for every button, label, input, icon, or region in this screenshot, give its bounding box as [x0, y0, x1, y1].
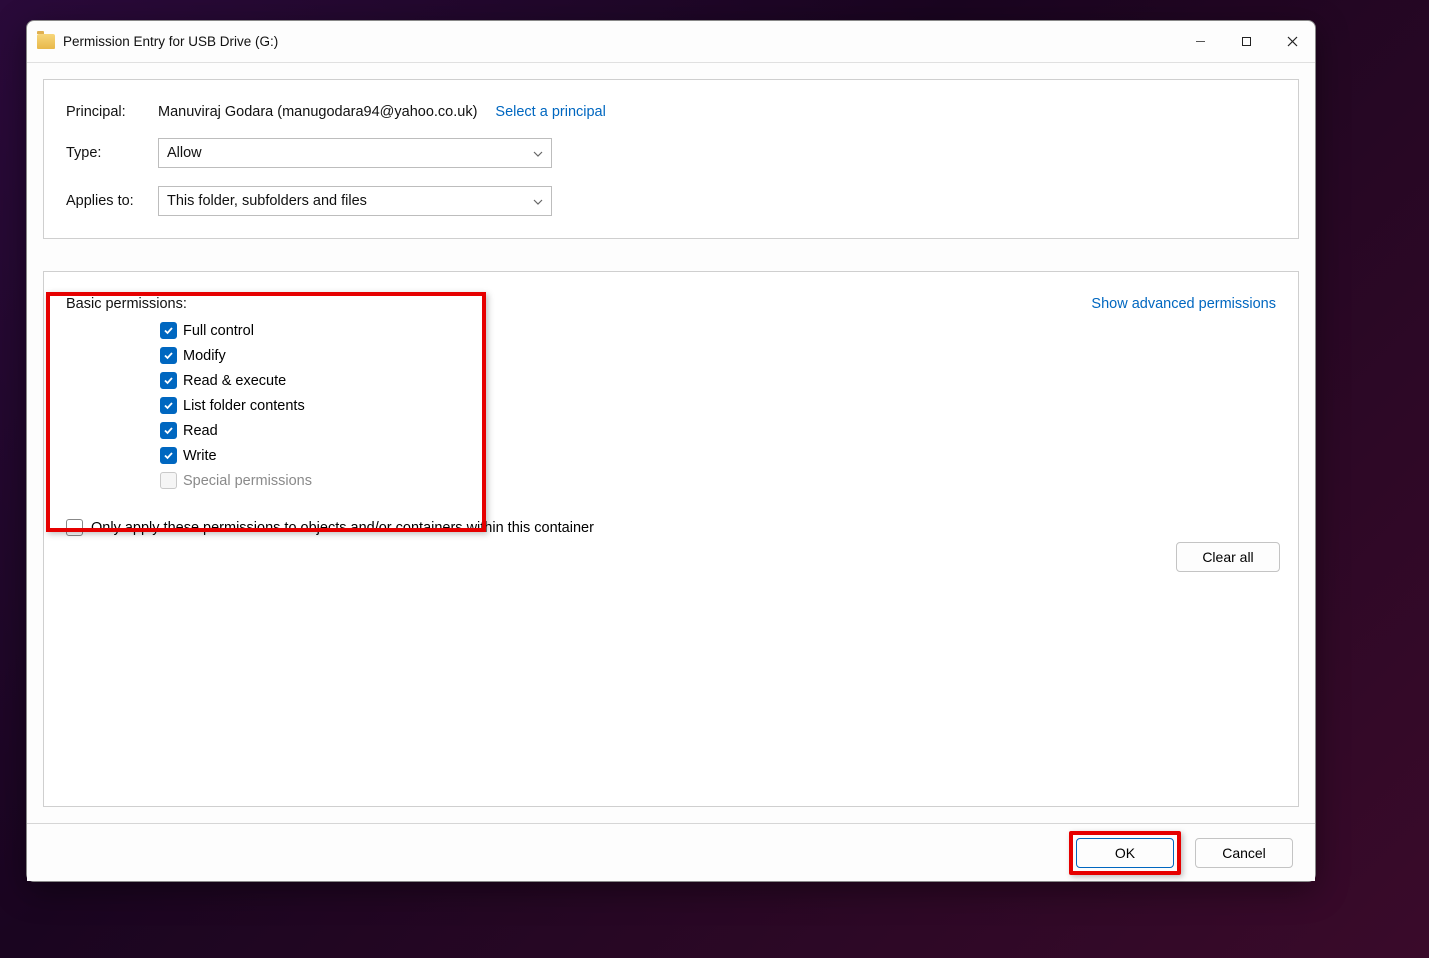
permissions-panel: Basic permissions: Show advanced permiss…: [43, 271, 1299, 807]
permission-row: Read & execute: [160, 372, 1276, 389]
permission-row: Modify: [160, 347, 1276, 364]
applies-to-label: Applies to:: [66, 193, 158, 209]
maximize-button[interactable]: [1223, 21, 1269, 63]
permissions-list: Full control Modify Read & execute List fol…: [160, 322, 1276, 489]
only-apply-checkbox[interactable]: [66, 519, 83, 536]
permission-row: List folder contents: [160, 397, 1276, 414]
permission-checkbox[interactable]: [160, 347, 177, 364]
close-button[interactable]: [1269, 21, 1315, 63]
show-advanced-permissions-link[interactable]: Show advanced permissions: [1091, 296, 1276, 312]
principal-label: Principal:: [66, 104, 158, 120]
permission-checkbox[interactable]: [160, 372, 177, 389]
permission-label: Read & execute: [183, 373, 286, 389]
permission-row: Read: [160, 422, 1276, 439]
type-select-value: Allow: [167, 145, 202, 161]
permission-label: Modify: [183, 348, 226, 364]
permission-label: Special permissions: [183, 473, 312, 489]
permission-row: Full control: [160, 322, 1276, 339]
permission-label: List folder contents: [183, 398, 305, 414]
select-principal-link[interactable]: Select a principal: [495, 104, 605, 120]
permission-checkbox[interactable]: [160, 397, 177, 414]
chevron-down-icon: [533, 145, 543, 161]
permission-entry-window: Permission Entry for USB Drive (G:) Prin…: [26, 20, 1316, 882]
permission-checkbox: [160, 472, 177, 489]
permission-label: Write: [183, 448, 217, 464]
permission-label: Read: [183, 423, 218, 439]
principal-value: Manuviraj Godara (manugodara94@yahoo.co.…: [158, 104, 477, 120]
permission-checkbox[interactable]: [160, 322, 177, 339]
folder-icon: [37, 34, 55, 49]
cancel-button[interactable]: Cancel: [1195, 838, 1293, 868]
basic-permissions-heading: Basic permissions:: [66, 296, 187, 312]
permission-row: Special permissions: [160, 472, 1276, 489]
content-area: Principal: Manuviraj Godara (manugodara9…: [27, 63, 1315, 823]
window-title: Permission Entry for USB Drive (G:): [63, 34, 278, 49]
chevron-down-icon: [533, 193, 543, 209]
window-controls: [1177, 21, 1315, 63]
applies-to-select[interactable]: This folder, subfolders and files: [158, 186, 552, 216]
permission-label: Full control: [183, 323, 254, 339]
only-apply-row: Only apply these permissions to objects …: [66, 519, 1276, 536]
permission-checkbox[interactable]: [160, 422, 177, 439]
dialog-footer: OK Cancel: [27, 823, 1315, 881]
ok-button[interactable]: OK: [1076, 838, 1174, 868]
only-apply-label: Only apply these permissions to objects …: [91, 520, 594, 536]
annotation-highlight-ok: OK: [1069, 831, 1181, 875]
type-label: Type:: [66, 145, 158, 161]
applies-to-select-value: This folder, subfolders and files: [167, 193, 367, 209]
titlebar: Permission Entry for USB Drive (G:): [27, 21, 1315, 63]
principal-panel: Principal: Manuviraj Godara (manugodara9…: [43, 79, 1299, 239]
permission-row: Write: [160, 447, 1276, 464]
minimize-button[interactable]: [1177, 21, 1223, 63]
type-select[interactable]: Allow: [158, 138, 552, 168]
clear-all-button[interactable]: Clear all: [1176, 542, 1280, 572]
permission-checkbox[interactable]: [160, 447, 177, 464]
